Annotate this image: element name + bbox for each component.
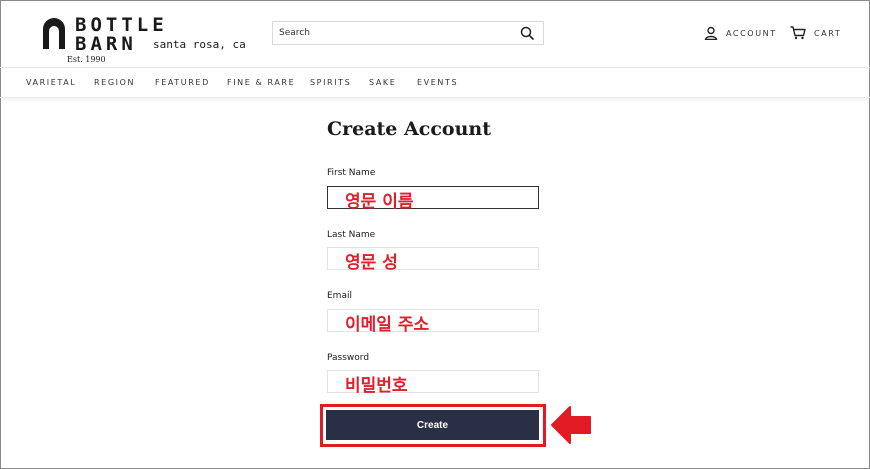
create-button[interactable]: Create [326,410,539,440]
email-field: 이메일 주소 [327,309,539,335]
password-label: Password [327,353,370,363]
nav-item-featured[interactable]: FEATURED [155,78,210,87]
nav-item-spirits[interactable]: SPIRITS [310,78,351,87]
email-input[interactable] [328,310,538,331]
first-name-label: First Name [327,168,376,178]
cart-label: CART [814,28,842,38]
cart-icon [790,26,806,40]
site-header: BOTTLE BARN santa rosa, ca Est. 1990 ACC… [0,0,870,67]
email-label: Email [327,291,352,301]
brand-city: santa rosa, ca [153,38,246,51]
last-name-label: Last Name [327,230,376,240]
account-label: ACCOUNT [726,28,777,38]
first-name-field: 영문 이름 [327,186,539,212]
account-icon [704,26,718,40]
brand-logo-icon[interactable] [43,18,65,49]
last-name-input[interactable] [328,248,538,269]
brand-name-line2[interactable]: BARN [75,33,137,55]
page-title: Create Account [327,118,491,140]
brand-established: Est. 1990 [67,55,106,64]
nav-item-sake[interactable]: SAKE [369,78,396,87]
password-field: 비밀번호 [327,370,539,396]
search-box [272,21,544,45]
main-nav: VARIETAL REGION FEATURED FINE & RARE SPI… [0,67,870,98]
first-name-input[interactable] [328,187,538,208]
nav-item-fine-rare[interactable]: FINE & RARE [227,78,295,87]
nav-item-events[interactable]: EVENTS [417,78,458,87]
search-icon[interactable] [520,26,534,40]
password-input[interactable] [328,371,538,392]
nav-item-varietal[interactable]: VARIETAL [26,78,76,87]
nav-item-region[interactable]: REGION [94,78,135,87]
last-name-field: 영문 성 [327,247,539,273]
arrow-left-icon [551,406,591,444]
account-link[interactable]: ACCOUNT [704,25,777,41]
search-input[interactable] [273,22,513,44]
cart-link[interactable]: CART [790,25,841,41]
